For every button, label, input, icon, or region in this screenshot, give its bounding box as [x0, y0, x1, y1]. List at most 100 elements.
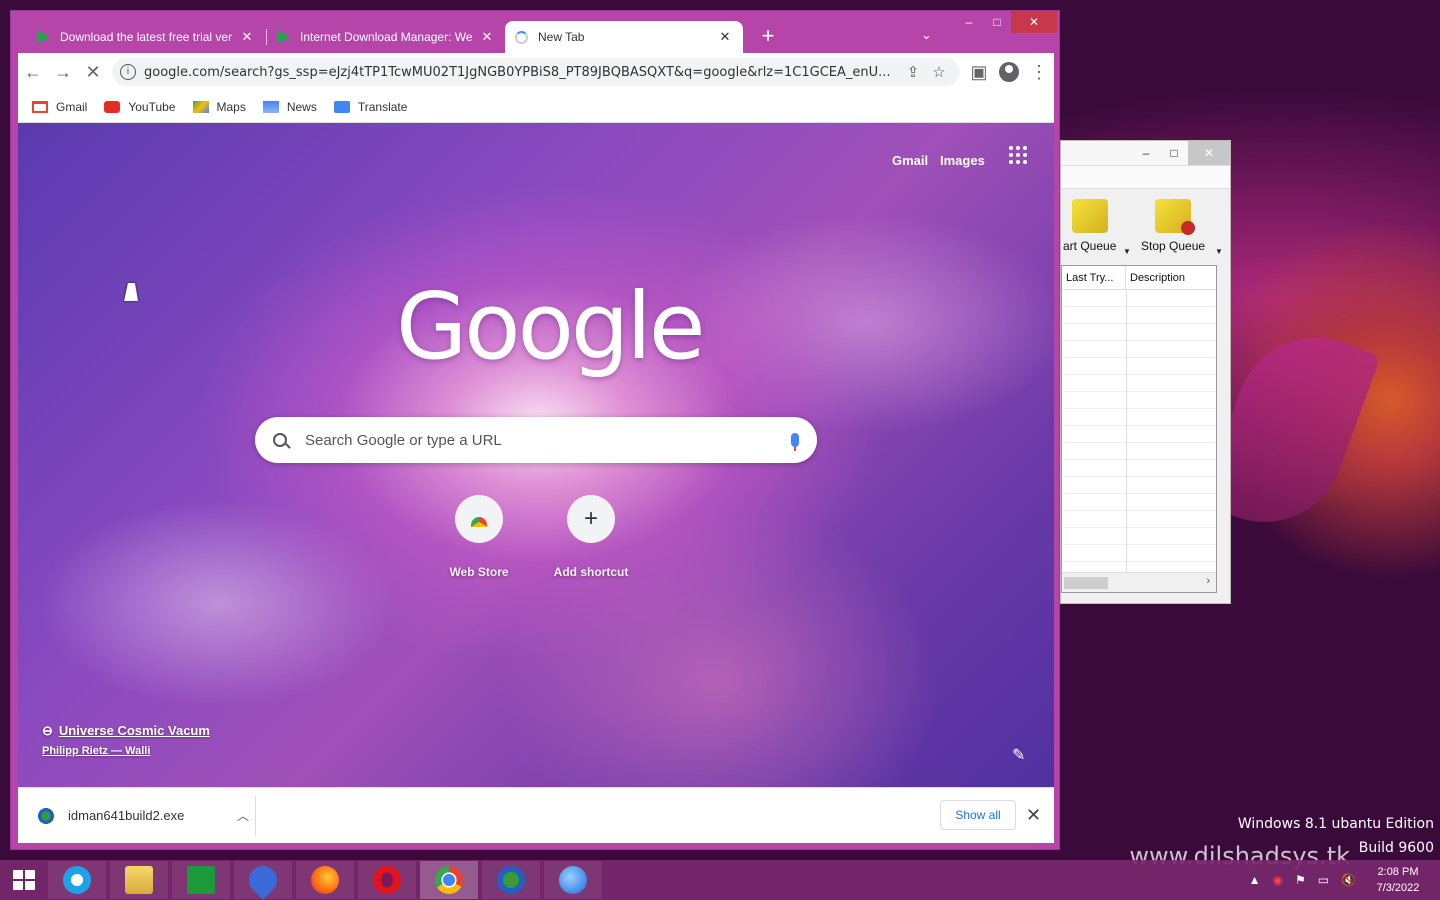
- chrome-icon[interactable]: [420, 861, 478, 899]
- background-credit-author[interactable]: Philipp Rietz — Walli: [42, 745, 150, 757]
- credit-title-text[interactable]: Universe Cosmic Vacum: [59, 723, 210, 738]
- scrollbar-thumb[interactable]: [1064, 577, 1108, 589]
- loading-spinner-icon: [515, 30, 528, 44]
- show-hidden-icons-icon[interactable]: ▲: [1249, 873, 1261, 887]
- link-icon: ⊖: [42, 723, 53, 738]
- menu-kebab-icon[interactable]: ⋮: [1024, 57, 1054, 87]
- file-explorer-icon[interactable]: [110, 861, 168, 899]
- close-window-button[interactable]: ✕: [1011, 11, 1057, 33]
- url-text[interactable]: google.com/search?gs_ssp=eJzj4tTP1TcwMU0…: [144, 65, 900, 80]
- gmail-icon: [32, 100, 48, 113]
- idm-toolbar: art Queue ▼ Stop Queue ▼: [1061, 189, 1230, 261]
- clock-date: 7/3/2022: [1376, 882, 1420, 894]
- shortcut-label: Web Store: [449, 565, 509, 579]
- start-queue-icon: [1071, 199, 1108, 233]
- address-bar[interactable]: i google.com/search?gs_ssp=eJzj4tTP1TcwM…: [112, 58, 960, 86]
- bookmark-translate[interactable]: Translate: [333, 100, 407, 114]
- close-icon[interactable]: ✕: [1188, 141, 1230, 165]
- news-icon: [262, 100, 279, 113]
- download-list[interactable]: Last Try... Description ›: [1061, 265, 1217, 593]
- tab-close-icon[interactable]: ✕: [479, 29, 495, 45]
- volume-muted-icon[interactable]: 🔇: [1341, 873, 1356, 887]
- button-label: art Queue: [1063, 239, 1117, 253]
- search-icon: [273, 433, 287, 447]
- browser-toolbar: ← → ✕ i google.com/search?gs_ssp=eJzj4tT…: [18, 53, 1054, 91]
- new-tab-page: Gmail Images Google Search Google or typ…: [18, 123, 1054, 787]
- dropdown-caret-icon[interactable]: ▼: [1215, 247, 1223, 256]
- background-credit-title[interactable]: ⊖ Universe Cosmic Vacum: [42, 723, 210, 739]
- back-arrow-icon[interactable]: ←: [18, 57, 48, 87]
- windows-start-icon[interactable]: [0, 860, 48, 900]
- column-last-try[interactable]: Last Try...: [1062, 266, 1126, 289]
- microphone-icon[interactable]: [791, 433, 799, 451]
- dropdown-caret-icon[interactable]: ▼: [1123, 247, 1131, 256]
- share-icon[interactable]: ⇪: [900, 63, 926, 81]
- download-item[interactable]: idman641build2.exe ︿: [18, 795, 256, 836]
- download-filename[interactable]: idman641build2.exe: [68, 808, 231, 823]
- tab-new-tab[interactable]: New Tab ✕: [505, 21, 743, 53]
- stop-queue-button[interactable]: Stop Queue: [1141, 199, 1205, 253]
- bookmarks-bar: Gmail YouTube Maps News Translate: [18, 91, 1054, 123]
- minimize-button[interactable]: –: [955, 11, 983, 33]
- idm-icon[interactable]: [482, 861, 540, 899]
- customize-pencil-icon[interactable]: ✎: [1012, 745, 1025, 765]
- google-apps-grid-icon[interactable]: [1009, 146, 1027, 164]
- firefox-icon[interactable]: [296, 861, 354, 899]
- tab-download-trial[interactable]: Download the latest free trial ver ✕: [27, 21, 265, 53]
- system-tray: ▲ ◉ ⚑ ▭ 🔇 2:08 PM 7/3/2022: [1249, 860, 1428, 900]
- internet-explorer-icon[interactable]: [48, 861, 106, 899]
- column-description[interactable]: Description: [1126, 266, 1216, 289]
- bookmark-youtube[interactable]: YouTube: [104, 99, 176, 114]
- gmail-link[interactable]: Gmail: [892, 153, 928, 168]
- shortcut-web-store[interactable]: Web Store: [423, 495, 535, 579]
- thunderbird-icon[interactable]: [544, 861, 602, 899]
- table-header: Last Try... Description: [1062, 266, 1216, 290]
- images-link[interactable]: Images: [940, 153, 985, 168]
- chevron-up-icon[interactable]: ︿: [231, 807, 255, 824]
- bookmark-gmail[interactable]: Gmail: [32, 100, 87, 114]
- store-icon[interactable]: [172, 861, 230, 899]
- maps-icon: [192, 100, 209, 113]
- tab-search-chevron-icon[interactable]: ⌄: [921, 27, 932, 43]
- taskbar: ▲ ◉ ⚑ ▭ 🔇 2:08 PM 7/3/2022: [0, 860, 1440, 900]
- close-shelf-icon[interactable]: ✕: [1026, 805, 1041, 826]
- search-placeholder[interactable]: Search Google or type a URL: [305, 432, 791, 449]
- show-all-button[interactable]: Show all: [940, 800, 1016, 830]
- tab-close-icon[interactable]: ✕: [239, 29, 255, 45]
- bookmark-news[interactable]: News: [262, 100, 317, 114]
- button-label: Stop Queue: [1141, 239, 1206, 253]
- scroll-right-icon[interactable]: ›: [1206, 575, 1210, 587]
- idm-titlebar: – □ ✕: [1061, 141, 1230, 165]
- tab-close-icon[interactable]: ✕: [717, 29, 733, 45]
- search-box[interactable]: Search Google or type a URL: [255, 417, 817, 463]
- stop-loading-icon[interactable]: ✕: [78, 57, 108, 87]
- tab-idm[interactable]: Internet Download Manager: We ✕: [267, 21, 505, 53]
- network-icon[interactable]: ▭: [1318, 873, 1329, 887]
- idm-window: – □ ✕ art Queue ▼ Stop Queue ▼ Last Try.…: [1060, 140, 1231, 604]
- maximize-button[interactable]: □: [983, 11, 1011, 33]
- tab-title: New Tab: [538, 30, 585, 44]
- site-info-icon[interactable]: i: [120, 64, 136, 80]
- bookmark-star-icon[interactable]: ☆: [926, 63, 952, 81]
- tab-title: Internet Download Manager: We: [300, 30, 473, 44]
- bookmark-label: YouTube: [128, 99, 176, 114]
- start-queue-button[interactable]: art Queue: [1063, 199, 1116, 253]
- clock[interactable]: 2:08 PM 7/3/2022: [1368, 864, 1428, 896]
- play-favicon-icon: [37, 30, 50, 44]
- new-tab-plus-icon[interactable]: +: [756, 25, 780, 49]
- drop-app-icon[interactable]: [234, 860, 292, 900]
- flag-icon[interactable]: ⚑: [1295, 873, 1306, 887]
- opera-icon[interactable]: [358, 861, 416, 899]
- shortcut-add[interactable]: + Add shortcut: [535, 495, 647, 579]
- antivirus-icon[interactable]: ◉: [1272, 873, 1282, 887]
- bookmark-maps[interactable]: Maps: [192, 100, 246, 114]
- profile-button[interactable]: [994, 57, 1024, 87]
- play-favicon-icon: [277, 30, 290, 44]
- maximize-icon[interactable]: □: [1160, 141, 1188, 165]
- google-logo: Google: [396, 273, 705, 380]
- forward-arrow-icon[interactable]: →: [48, 57, 78, 87]
- minimize-icon[interactable]: –: [1132, 141, 1160, 165]
- horizontal-scrollbar[interactable]: ›: [1062, 572, 1216, 592]
- side-panel-icon[interactable]: ▣: [964, 57, 994, 87]
- clock-time: 2:08 PM: [1377, 866, 1419, 878]
